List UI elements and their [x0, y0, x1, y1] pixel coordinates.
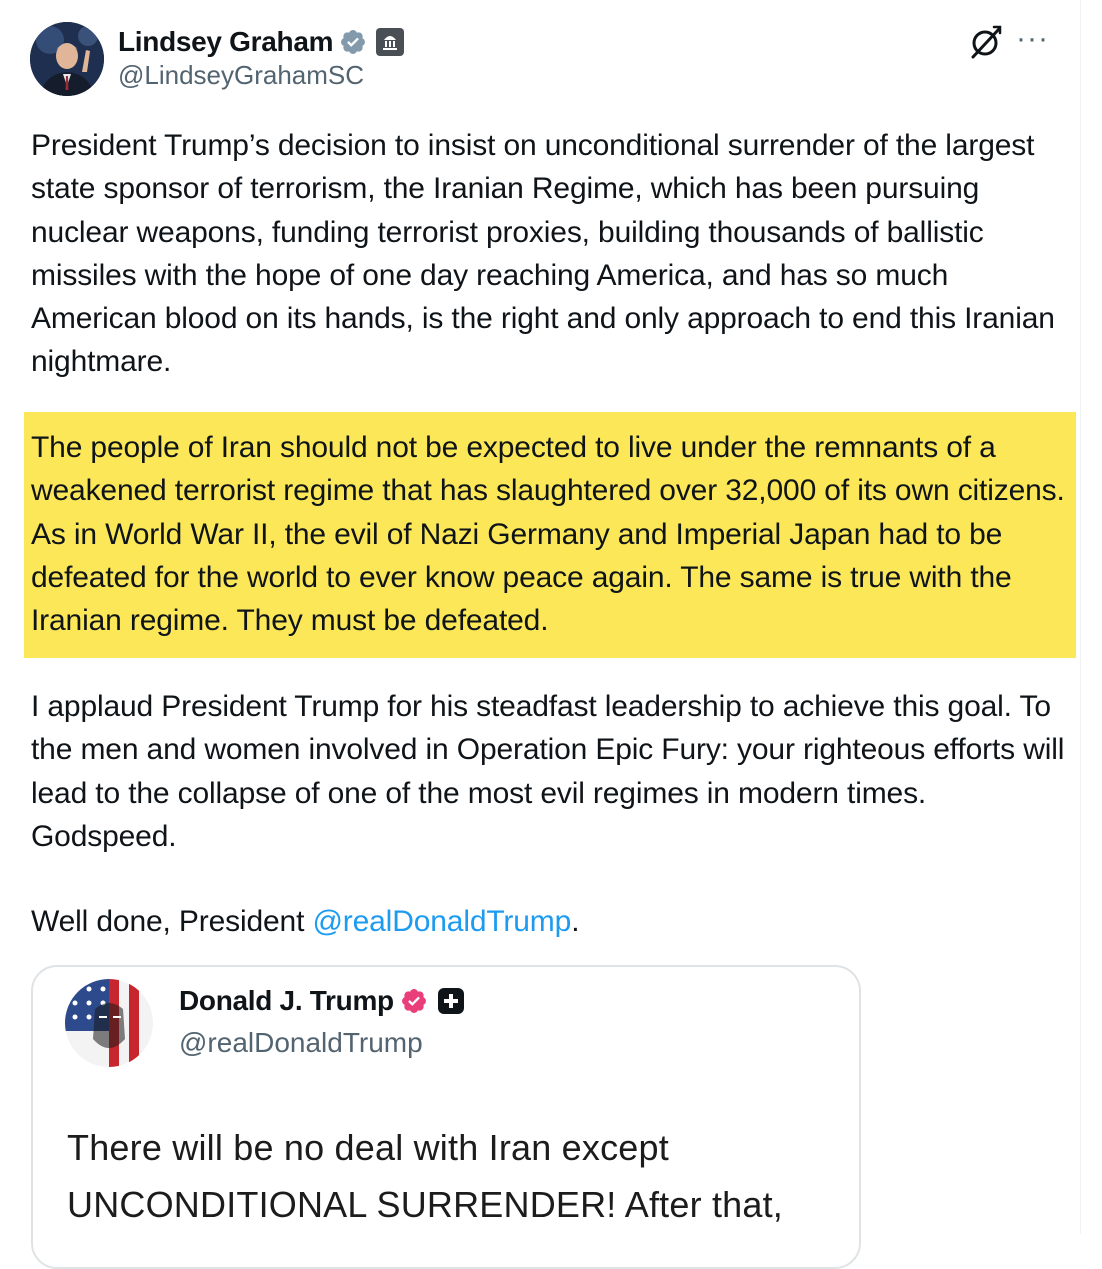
tweet-paragraph-4: Well done, President @realDonaldTrump. — [31, 900, 1071, 943]
tweet-paragraph-3: I applaud President Trump for his steadf… — [31, 690, 1065, 853]
quoted-post-text: There will be no deal with Iran except U… — [67, 1127, 784, 1225]
verified-badge-icon[interactable] — [339, 28, 367, 56]
closing-punctuation: . — [571, 905, 580, 938]
more-options-icon[interactable]: ··· — [1016, 22, 1049, 56]
quote-card[interactable]: Donald J. Trump @realDonaldTrump There w… — [31, 965, 861, 1269]
quoted-author-handle[interactable]: @realDonaldTrump — [179, 1027, 423, 1059]
tweet-paragraph-2-highlighted: The people of Iran should not be expecte… — [31, 431, 1065, 638]
plus-badge-icon[interactable] — [436, 986, 466, 1016]
mention-link[interactable]: @realDonaldTrump — [312, 905, 571, 938]
closing-text: Well done, President — [31, 905, 313, 938]
author-avatar[interactable] — [30, 22, 104, 96]
right-border — [1080, 0, 1081, 1234]
grok-icon[interactable] — [968, 24, 1004, 60]
author-name[interactable]: Lindsey Graham — [118, 26, 334, 58]
verified-badge-icon[interactable] — [400, 987, 428, 1015]
quoted-author-name-row: Donald J. Trump — [179, 981, 466, 1021]
tweet-paragraph-1: President Trump’s decision to insist on … — [31, 129, 1055, 379]
quoted-author-avatar[interactable] — [65, 979, 153, 1067]
government-building-icon[interactable] — [375, 27, 405, 57]
quoted-author-name[interactable]: Donald J. Trump — [179, 985, 394, 1017]
author-handle[interactable]: @LindseyGrahamSC — [118, 60, 364, 91]
author-name-row: Lindsey Graham — [118, 22, 405, 62]
